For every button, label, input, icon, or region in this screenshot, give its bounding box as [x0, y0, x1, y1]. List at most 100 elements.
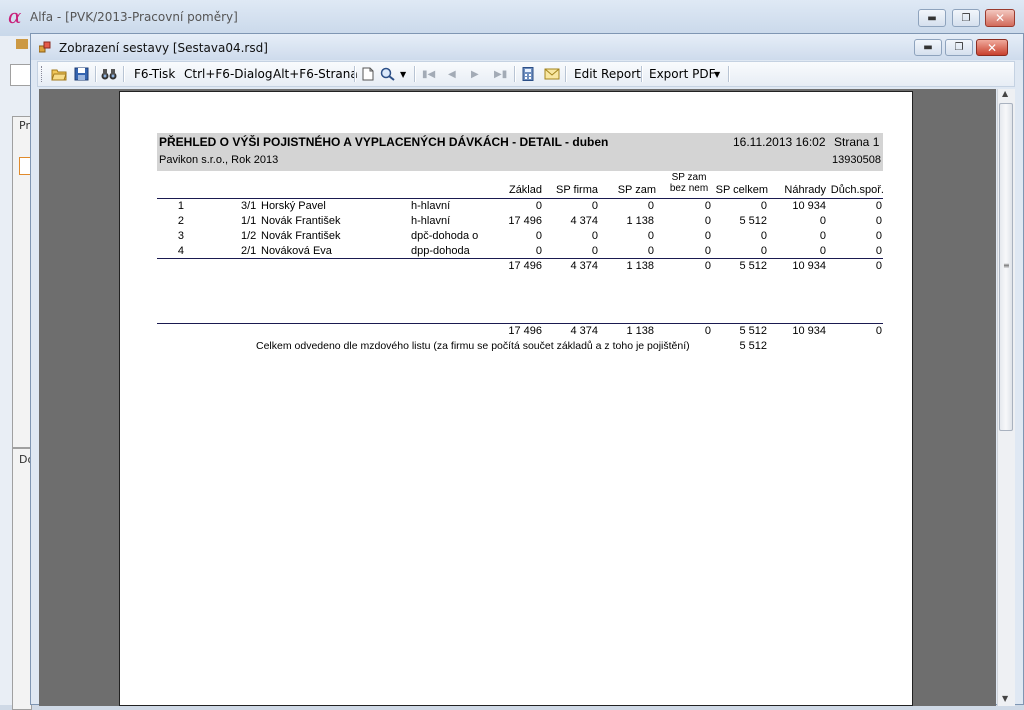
subtotal-sp-zam: 1 138: [626, 260, 654, 272]
subtotal-zaklad: 17 496: [508, 260, 542, 272]
cell-duch: 0: [875, 230, 882, 242]
row-type: dpč-dohoda o: [411, 230, 479, 242]
outer-minimize-button[interactable]: ▬: [918, 9, 946, 27]
outer-toolbar-box[interactable]: [10, 64, 32, 86]
toolbar-separator: [514, 66, 516, 82]
scrollbar-thumb[interactable]: ≡: [999, 103, 1013, 431]
page-button[interactable]: Alt+F6-Strana: [273, 62, 358, 86]
toolbar-separator: [641, 66, 643, 82]
cell-sp-celkem: 5 512: [739, 215, 767, 227]
app-menu-icon[interactable]: [16, 39, 28, 49]
scroll-down-icon[interactable]: ▼: [1002, 694, 1008, 703]
cell-zaklad: 0: [535, 245, 542, 257]
toolbar-grip[interactable]: [41, 66, 44, 82]
total-sp-zam: 1 138: [626, 325, 654, 337]
toolbar-separator: [728, 66, 730, 82]
cell-sp-celkem: 0: [760, 230, 767, 242]
print-button[interactable]: F6-Tisk: [134, 62, 175, 86]
save-icon[interactable]: [74, 67, 90, 81]
row-name: Horský Pavel: [261, 200, 326, 212]
cell-duch: 0: [875, 200, 882, 212]
col-header-sp-zam-bn-1: SP zam: [671, 172, 707, 183]
report-toolbar: F6-Tisk Ctrl+F6-Dialog Alt+F6-Strana ▼ ▮…: [37, 61, 1015, 87]
report-page-number: Strana 1: [834, 135, 880, 149]
report-title: PŘEHLED O VÝŠI POJISTNÉHO A VYPLACENÝCH …: [159, 135, 609, 149]
cell-zaklad: 0: [535, 230, 542, 242]
cell-nahrady: 10 934: [792, 200, 826, 212]
close-icon: ✕: [986, 40, 998, 55]
cell-duch: 0: [875, 245, 882, 257]
page-setup-icon[interactable]: [360, 67, 376, 81]
email-icon[interactable]: [544, 67, 560, 81]
col-header-nahrady: Náhrady: [784, 184, 826, 196]
outer-panel-bottom: Do: [12, 448, 34, 710]
report-datetime: 16.11.2013 16:02: [733, 135, 826, 149]
cell-zaklad: 17 496: [508, 215, 542, 227]
open-folder-icon[interactable]: [51, 67, 67, 81]
scroll-up-icon[interactable]: ▲: [1002, 89, 1008, 98]
zoom-dropdown-icon[interactable]: ▼: [400, 62, 406, 86]
row-type: h-hlavní: [411, 215, 451, 227]
report-company: Pavikon s.r.o., Rok 2013: [159, 154, 279, 166]
row-id: 1/2: [241, 230, 257, 242]
col-header-sp-zam: SP zam: [617, 184, 656, 196]
export-pdf-button[interactable]: Export PDF: [649, 62, 715, 86]
previous-page-icon[interactable]: ◀: [448, 62, 456, 86]
inner-maximize-button[interactable]: ❐: [945, 39, 973, 56]
cell-nahrady: 0: [819, 230, 826, 242]
outer-window-title: Alfa - [PVK/2013-Pracovní poměry]: [30, 10, 238, 24]
outer-panel-top: Pr: [12, 116, 32, 448]
cell-sp-zam: 1 138: [626, 215, 654, 227]
vertical-scrollbar[interactable]: ▲ ≡ ▼: [997, 89, 1015, 706]
next-page-icon[interactable]: ▶: [471, 62, 479, 86]
zoom-icon[interactable]: [380, 67, 396, 81]
subtotal-duch: 0: [875, 260, 882, 272]
restore-icon: ❐: [954, 42, 964, 53]
outer-maximize-button[interactable]: ❐: [952, 9, 980, 27]
total-zaklad: 17 496: [508, 325, 542, 337]
total-nahrady: 10 934: [792, 325, 826, 337]
cell-sp-zam: 0: [647, 200, 654, 212]
report-code: 13930508: [832, 154, 881, 166]
cell-zaklad: 0: [535, 200, 542, 212]
export-dropdown-icon[interactable]: ▼: [714, 62, 720, 86]
inner-window-title: Zobrazení sestavy [Sestava04.rsd]: [59, 41, 268, 55]
report-window-icon: [39, 41, 51, 53]
edit-report-button[interactable]: Edit Report: [574, 62, 641, 86]
cell-sp-zam-bn: 0: [704, 230, 711, 242]
footer-note: Celkem odvedeno dle mzdového listu (za f…: [256, 340, 690, 352]
footer-value: 5 512: [739, 340, 767, 352]
first-page-icon[interactable]: ▮◀: [422, 62, 435, 86]
app-logo-icon: α: [8, 4, 22, 28]
toolbar-separator: [354, 66, 356, 82]
cell-nahrady: 0: [819, 215, 826, 227]
cell-sp-firma: 0: [591, 230, 598, 242]
cell-duch: 0: [875, 215, 882, 227]
minimize-icon: ▬: [927, 12, 937, 24]
report-page: PŘEHLED O VÝŠI POJISTNÉHO A VYPLACENÝCH …: [119, 91, 913, 706]
inner-close-button[interactable]: ✕: [976, 39, 1008, 56]
calculator-icon[interactable]: [520, 67, 536, 81]
row-number: 2: [177, 215, 184, 227]
dialog-button[interactable]: Ctrl+F6-Dialog: [184, 62, 273, 86]
cell-sp-zam-bn: 0: [704, 215, 711, 227]
row-number: 3: [177, 230, 184, 242]
inner-minimize-button[interactable]: ▬: [914, 39, 942, 56]
subtotal-divider: [157, 258, 883, 259]
binoculars-icon[interactable]: [101, 67, 117, 81]
outer-title-bar: α Alfa - [PVK/2013-Pracovní poměry] ▬ ❐ …: [0, 0, 1024, 37]
outer-close-button[interactable]: ✕: [985, 9, 1015, 27]
col-header-duch: Důch.spoř.: [830, 184, 884, 196]
subtotal-sp-zam-bn: 0: [704, 260, 711, 272]
close-icon: ✕: [994, 11, 1006, 25]
row-name: Novák František: [261, 230, 341, 242]
row-id: 1/1: [241, 215, 257, 227]
outer-window-left-strip: Pr Do: [0, 36, 34, 710]
row-number: 1: [177, 200, 184, 212]
cell-sp-firma: 0: [591, 245, 598, 257]
col-header-sp-zam-bn-2: bez nem: [669, 183, 709, 194]
inner-title-bar: Zobrazení sestavy [Sestava04.rsd] ▬ ❐ ✕: [31, 34, 1023, 60]
cell-sp-celkem: 0: [760, 200, 767, 212]
row-name: Nováková Eva: [261, 245, 332, 257]
last-page-icon[interactable]: ▶▮: [494, 62, 507, 86]
